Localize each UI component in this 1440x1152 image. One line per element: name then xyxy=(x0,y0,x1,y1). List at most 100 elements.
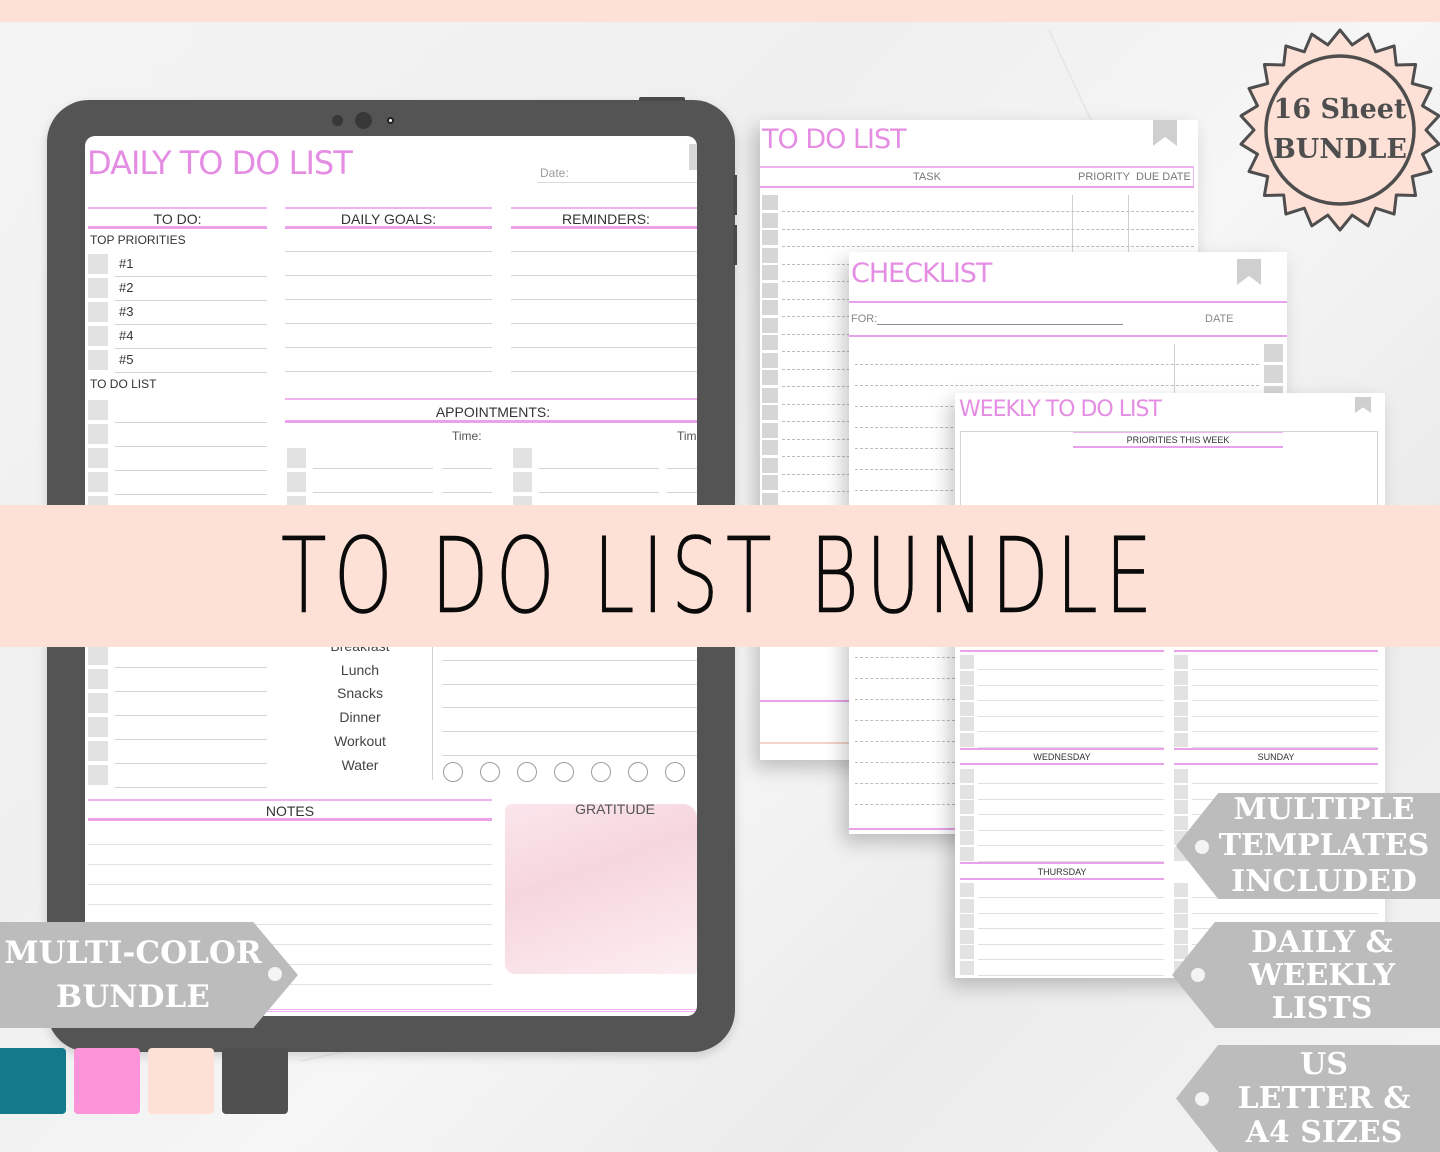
notes-line[interactable] xyxy=(88,904,492,905)
task-checkbox[interactable] xyxy=(762,370,778,385)
priority-line[interactable] xyxy=(115,300,267,301)
weekly-line[interactable] xyxy=(978,928,1164,929)
appointment-line[interactable] xyxy=(539,492,659,493)
weekly-checkbox[interactable] xyxy=(960,670,974,685)
weekly-checkbox[interactable] xyxy=(1174,769,1188,783)
weekly-line[interactable] xyxy=(978,959,1164,960)
task-checkbox[interactable] xyxy=(762,405,778,420)
todo-checkbox[interactable] xyxy=(88,645,108,665)
todo-checkbox[interactable] xyxy=(88,424,108,444)
appointment-time-line[interactable] xyxy=(442,492,492,493)
weekly-checkbox[interactable] xyxy=(1174,898,1188,913)
checklist-line[interactable] xyxy=(855,364,1259,365)
weekly-line[interactable] xyxy=(978,814,1164,815)
weekly-checkbox[interactable] xyxy=(960,883,974,897)
task-checkbox[interactable] xyxy=(762,195,778,210)
weekly-line[interactable] xyxy=(978,845,1164,846)
water-circle[interactable] xyxy=(554,762,574,782)
weekly-checkbox[interactable] xyxy=(1174,945,1188,959)
appointment-line[interactable] xyxy=(539,468,659,469)
priority-line[interactable] xyxy=(115,324,267,325)
priority-checkbox[interactable] xyxy=(88,254,108,274)
weekly-checkbox[interactable] xyxy=(1174,914,1188,928)
priority-line[interactable] xyxy=(115,348,267,349)
water-circle[interactable] xyxy=(443,762,463,782)
priority-line[interactable] xyxy=(115,372,267,373)
for-field[interactable] xyxy=(877,324,1123,325)
todo-line[interactable] xyxy=(115,494,267,495)
todo-line[interactable] xyxy=(115,667,267,668)
appointment-line[interactable] xyxy=(313,468,433,469)
todo-line[interactable] xyxy=(115,787,267,788)
weekly-checkbox[interactable] xyxy=(1174,815,1188,830)
task-checkbox[interactable] xyxy=(762,352,778,368)
weekly-line[interactable] xyxy=(1192,700,1378,701)
weekly-checkbox[interactable] xyxy=(1174,701,1188,716)
weekly-checkbox[interactable] xyxy=(960,784,974,799)
water-circle[interactable] xyxy=(517,762,537,782)
goal-line[interactable] xyxy=(285,299,492,300)
todo-line[interactable] xyxy=(115,446,267,447)
todo-line[interactable] xyxy=(115,763,267,764)
task-checkbox[interactable] xyxy=(762,335,778,350)
water-circle[interactable] xyxy=(665,762,685,782)
color-swatch-charcoal[interactable] xyxy=(222,1048,288,1114)
meal-line[interactable] xyxy=(442,731,697,733)
weekly-line[interactable] xyxy=(978,731,1164,732)
task-checkbox[interactable] xyxy=(762,475,778,490)
appointment-checkbox[interactable] xyxy=(513,448,532,468)
todo-line[interactable] xyxy=(115,715,267,716)
weekly-line[interactable] xyxy=(978,700,1164,701)
appointment-line[interactable] xyxy=(313,492,433,493)
weekly-checkbox[interactable] xyxy=(1174,929,1188,944)
task-checkbox[interactable] xyxy=(762,387,778,403)
task-checkbox[interactable] xyxy=(762,282,778,298)
checklist-checkbox[interactable] xyxy=(1264,365,1283,383)
weekly-checkbox[interactable] xyxy=(960,929,974,944)
checklist-line[interactable] xyxy=(855,783,955,784)
appointment-time-line[interactable] xyxy=(442,468,492,469)
reminder-line[interactable] xyxy=(511,251,697,252)
weekly-checkbox[interactable] xyxy=(960,960,974,975)
weekly-checkbox[interactable] xyxy=(960,769,974,783)
weekly-checkbox[interactable] xyxy=(1174,686,1188,700)
appointment-checkbox[interactable] xyxy=(287,448,306,468)
todo-checkbox[interactable] xyxy=(88,693,108,713)
reminder-line[interactable] xyxy=(511,371,697,372)
todo-line[interactable] xyxy=(115,422,267,423)
weekly-checkbox[interactable] xyxy=(960,898,974,913)
meal-line[interactable] xyxy=(442,707,697,709)
weekly-checkbox[interactable] xyxy=(960,655,974,669)
todo-checkbox[interactable] xyxy=(88,717,108,737)
priority-checkbox[interactable] xyxy=(88,302,108,322)
todo-checkbox[interactable] xyxy=(88,448,108,468)
goal-line[interactable] xyxy=(285,347,492,348)
color-swatch-teal[interactable] xyxy=(0,1048,66,1114)
todo-line[interactable] xyxy=(115,470,267,471)
todo-line[interactable] xyxy=(115,739,267,740)
task-checkbox[interactable] xyxy=(762,300,778,315)
color-swatch-peach[interactable] xyxy=(148,1048,214,1114)
checklist-line[interactable] xyxy=(855,720,955,721)
priority-checkbox[interactable] xyxy=(88,278,108,298)
task-checkbox[interactable] xyxy=(762,265,778,280)
checklist-checkbox[interactable] xyxy=(1264,344,1283,362)
weekly-line[interactable] xyxy=(978,798,1164,800)
weekly-line[interactable] xyxy=(1192,912,1378,914)
task-checkbox[interactable] xyxy=(762,317,778,333)
weekly-checkbox[interactable] xyxy=(960,686,974,700)
reminder-line[interactable] xyxy=(511,299,697,300)
task-checkbox[interactable] xyxy=(762,230,778,245)
weekly-checkbox[interactable] xyxy=(960,914,974,928)
priority-checkbox[interactable] xyxy=(88,326,108,346)
weekly-checkbox[interactable] xyxy=(960,800,974,814)
date-field[interactable] xyxy=(537,182,697,183)
weekly-checkbox[interactable] xyxy=(1174,655,1188,669)
weekly-line[interactable] xyxy=(978,829,1164,831)
todo-checkbox[interactable] xyxy=(88,765,108,785)
weekly-checkbox[interactable] xyxy=(960,945,974,959)
weekly-checkbox[interactable] xyxy=(1174,670,1188,685)
notes-line[interactable] xyxy=(88,884,492,885)
checklist-line[interactable] xyxy=(855,699,955,700)
water-circle[interactable] xyxy=(628,762,648,782)
